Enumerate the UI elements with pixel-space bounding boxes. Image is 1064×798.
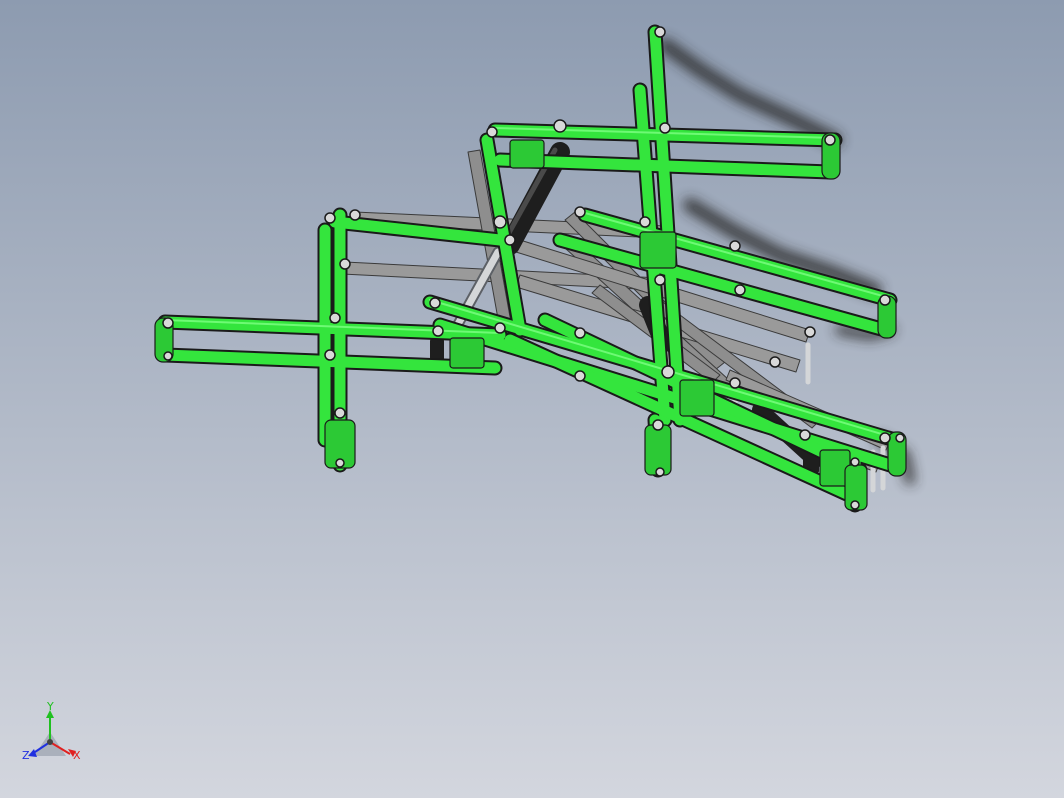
triad-x-label: X [73,749,81,762]
orientation-triad: Y X Z [18,700,88,770]
triad-z-label: Z [22,749,30,762]
cad-viewport[interactable] [0,0,1064,798]
triad-y-label: Y [47,700,54,713]
viewport-background [0,0,1064,798]
